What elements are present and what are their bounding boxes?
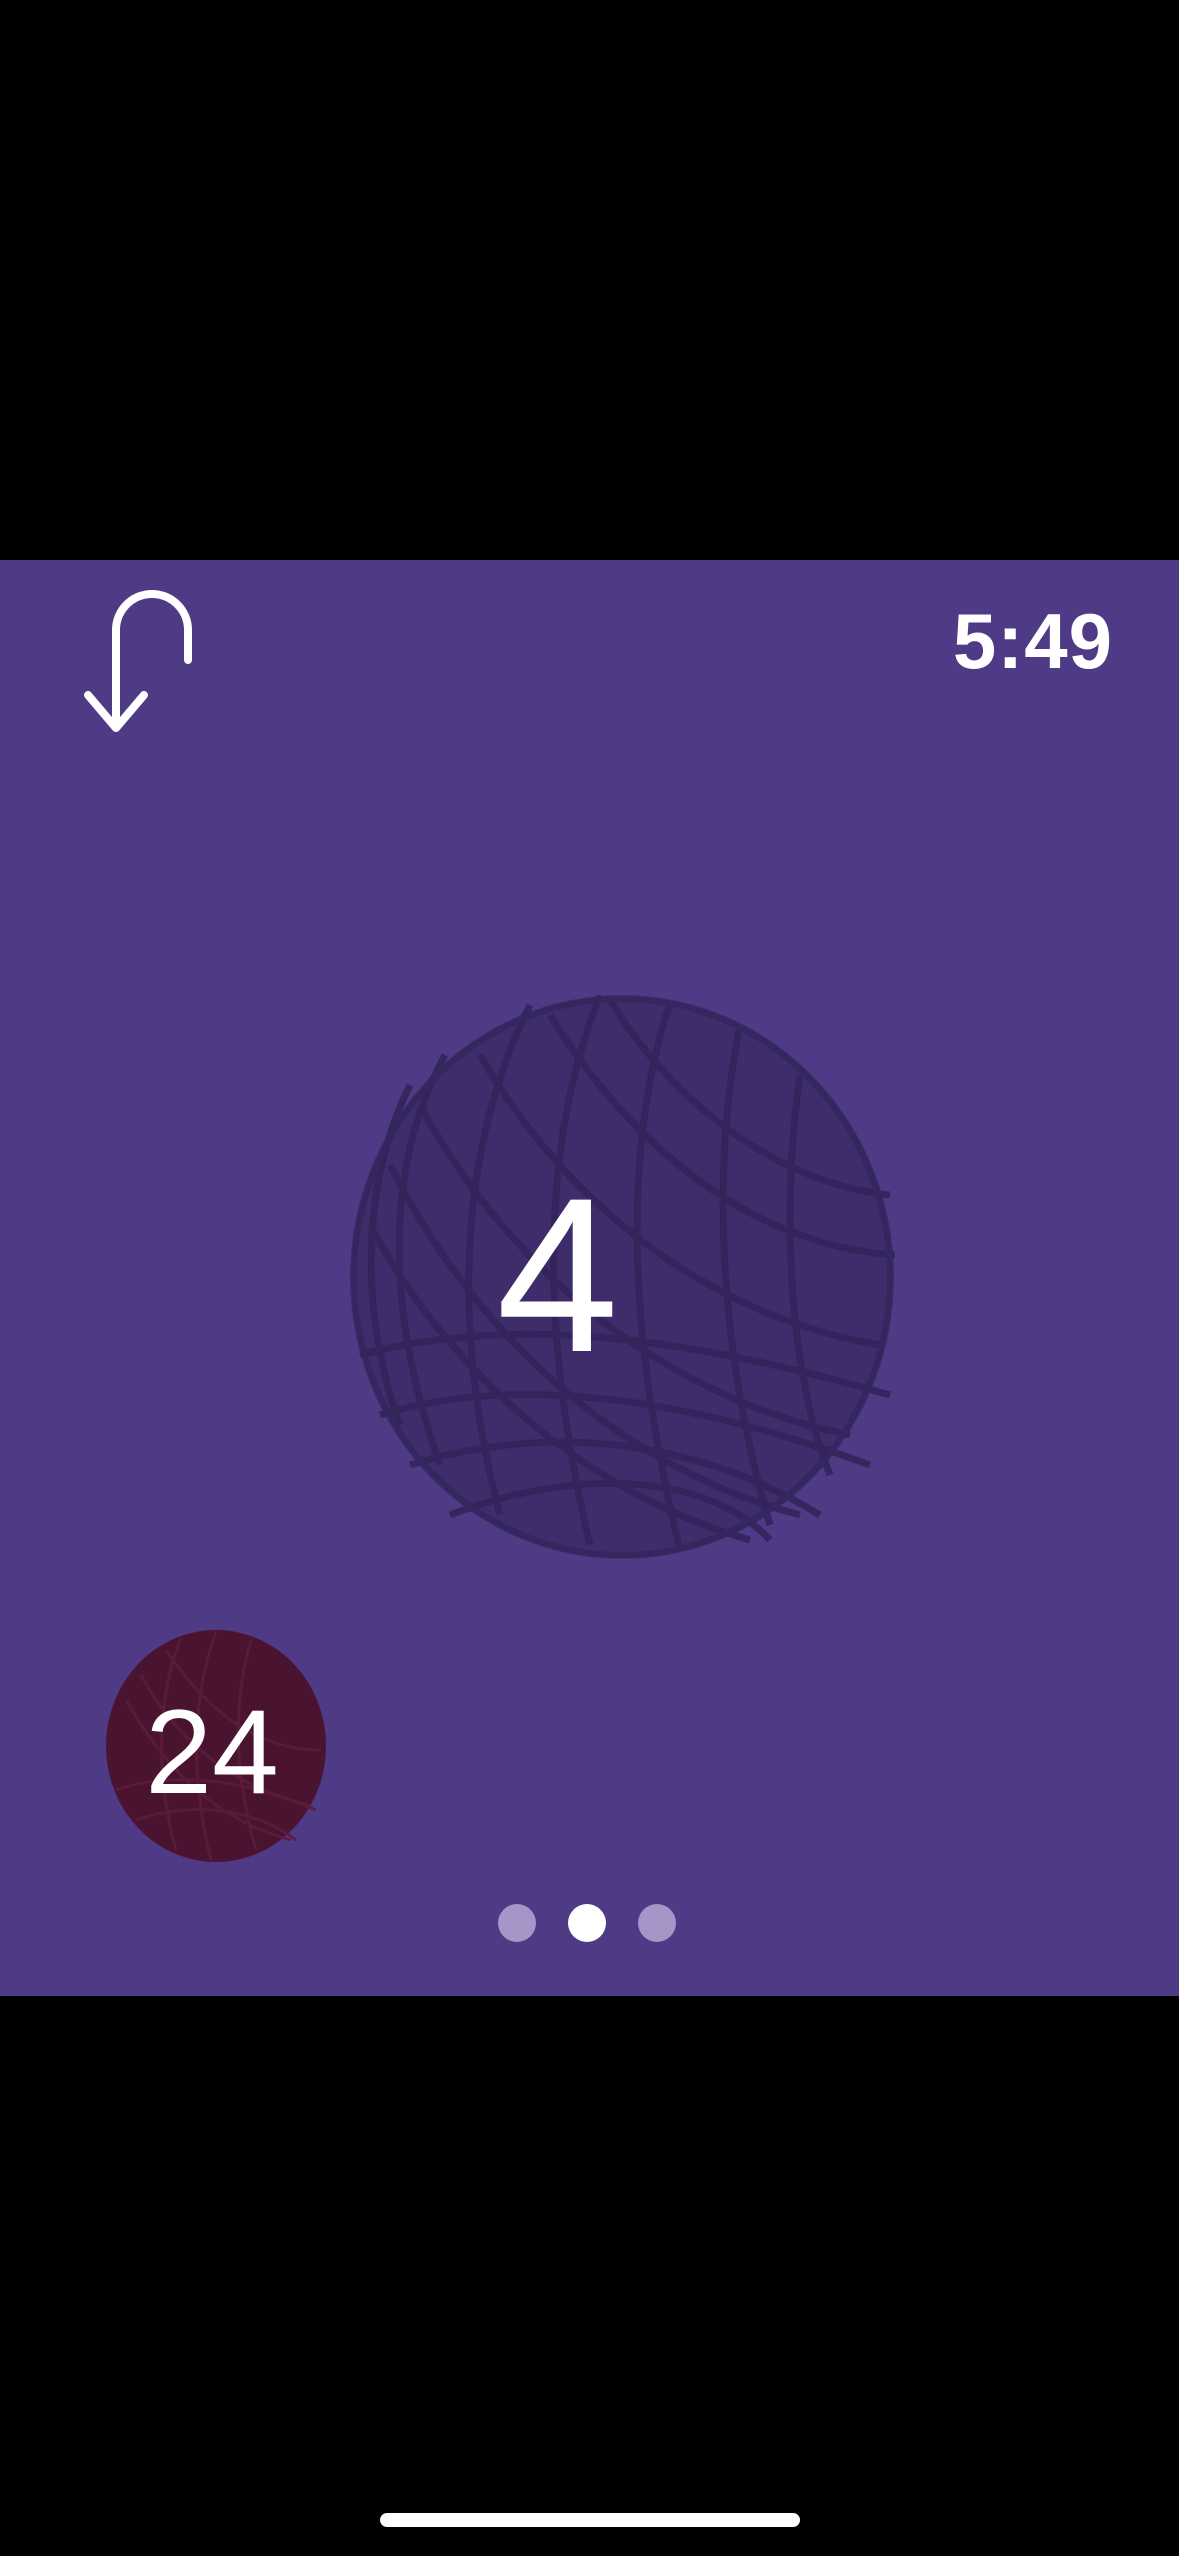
page-indicator <box>0 1904 1176 1942</box>
page-dot-3[interactable] <box>637 1904 676 1942</box>
undo-arrow-icon <box>84 590 192 732</box>
status-time: 5:49 <box>952 597 1113 685</box>
secondary-counter-yarn[interactable]: 24 <box>106 1630 326 1862</box>
main-counter-value: 4 <box>496 1152 619 1398</box>
secondary-counter-value: 24 <box>145 1685 279 1819</box>
counter-screen: 5:49 4 24 <box>0 560 1179 1996</box>
page-dot-2[interactable] <box>567 1904 606 1942</box>
main-counter-yarn[interactable]: 4 <box>350 995 895 1560</box>
undo-button[interactable] <box>78 590 208 750</box>
home-indicator[interactable] <box>380 2513 800 2527</box>
page-dot-1[interactable] <box>497 1904 536 1942</box>
